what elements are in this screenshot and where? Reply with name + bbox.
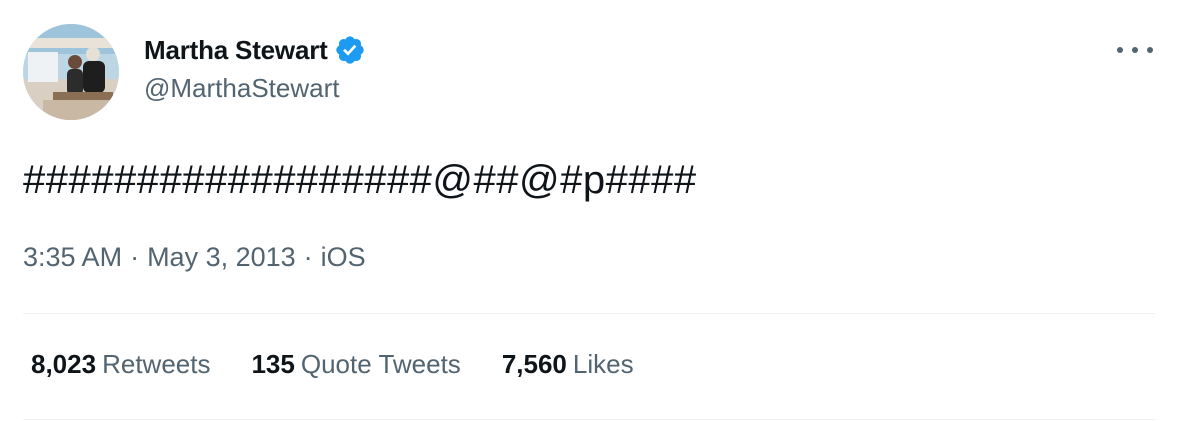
more-options-icon[interactable] — [1117, 38, 1153, 62]
avatar[interactable] — [23, 24, 119, 120]
more-dot — [1117, 47, 1123, 53]
divider — [23, 419, 1155, 420]
author-handle[interactable]: @MarthaStewart — [144, 73, 339, 104]
more-dot — [1147, 47, 1153, 53]
meta-separator: · — [130, 242, 140, 272]
quote-tweets-count: 135 — [251, 349, 295, 379]
tweet-date[interactable]: May 3, 2013 — [147, 242, 296, 272]
likes-label: Likes — [572, 349, 634, 379]
verified-badge-icon — [334, 34, 366, 66]
meta-separator: · — [303, 242, 313, 272]
likes-count: 7,560 — [501, 349, 567, 379]
tweet-text: ##################@##@#p#### — [23, 158, 697, 202]
tweet-card: Martha Stewart @MarthaStewart ##########… — [0, 0, 1204, 421]
retweets-stat[interactable]: 8,023 Retweets — [31, 349, 210, 380]
tweet-time[interactable]: 3:35 AM — [23, 242, 122, 272]
retweets-count: 8,023 — [31, 349, 97, 379]
engagement-stats: 8,023 Retweets 135 Quote Tweets 7,560 Likes — [31, 349, 675, 380]
author-name-row: Martha Stewart — [144, 33, 366, 67]
author-display-name[interactable]: Martha Stewart — [144, 35, 328, 66]
more-dot — [1132, 47, 1138, 53]
quote-tweets-stat[interactable]: 135 Quote Tweets — [251, 349, 460, 380]
tweet-source[interactable]: iOS — [321, 242, 366, 272]
tweet-meta: 3:35 AM · May 3, 2013 · iOS — [23, 242, 366, 273]
avatar-photo — [23, 24, 119, 120]
retweets-label: Retweets — [102, 349, 211, 379]
divider — [23, 313, 1155, 314]
likes-stat[interactable]: 7,560 Likes — [502, 349, 634, 380]
quote-tweets-label: Quote Tweets — [300, 349, 461, 379]
